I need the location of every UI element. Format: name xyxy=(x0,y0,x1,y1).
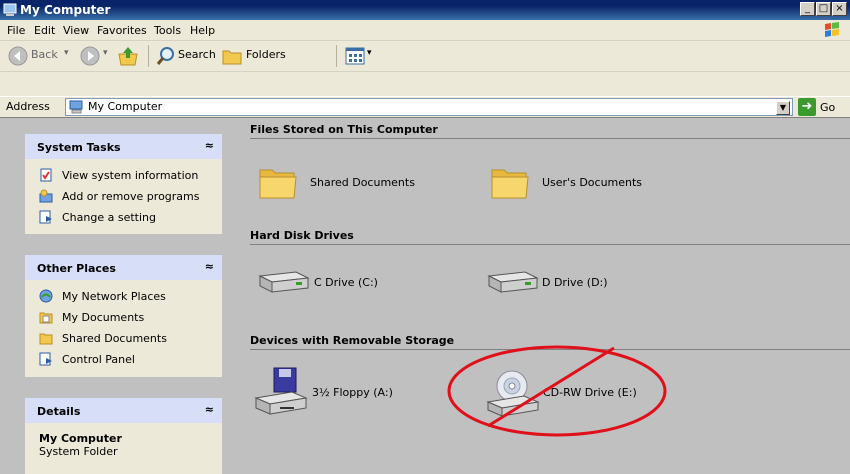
maximize-button[interactable]: □ xyxy=(816,2,831,16)
prohibited-annotation-icon xyxy=(447,345,667,437)
details-title: Details xyxy=(37,405,81,418)
system-tasks-header[interactable]: System Tasks ≈ xyxy=(25,134,222,159)
toolbar-separator xyxy=(148,45,149,67)
address-label: Address xyxy=(6,100,50,113)
windows-logo-icon xyxy=(825,22,839,37)
details-type: System Folder xyxy=(39,445,118,458)
folders-button[interactable]: Folders xyxy=(246,48,286,61)
menu-bar: File Edit View Favorites Tools Help xyxy=(0,20,850,41)
views-dropdown-icon[interactable]: ▾ xyxy=(367,48,372,58)
menu-view[interactable]: View xyxy=(63,24,89,37)
menu-favorites[interactable]: Favorites xyxy=(97,24,147,37)
collapse-chevron-icon[interactable]: ≈ xyxy=(205,139,214,152)
place-label: My Network Places xyxy=(62,290,166,303)
content-area: System Tasks ≈ View system information A… xyxy=(0,117,850,474)
details-name: My Computer xyxy=(39,432,122,445)
folders-icon[interactable] xyxy=(221,46,243,66)
collapse-chevron-icon[interactable]: ≈ xyxy=(205,403,214,416)
back-button[interactable]: Back xyxy=(31,48,58,61)
item-label: User's Documents xyxy=(542,176,643,189)
search-icon[interactable] xyxy=(156,46,176,66)
address-dropdown-icon[interactable]: ▼ xyxy=(776,101,790,115)
details-header[interactable]: Details ≈ xyxy=(25,398,222,423)
section-divider xyxy=(250,244,850,245)
menu-edit[interactable]: Edit xyxy=(34,24,55,37)
item-label: 3½ Floppy (A:) xyxy=(312,386,393,399)
shared-folder-icon xyxy=(39,333,53,345)
task-label: Change a setting xyxy=(62,211,156,224)
network-places-icon xyxy=(39,289,53,303)
up-folder-icon[interactable] xyxy=(117,46,139,66)
section-files-stored: Files Stored on This Computer xyxy=(250,123,438,136)
details-body: My Computer System Folder xyxy=(25,423,222,474)
my-computer-icon xyxy=(3,3,17,16)
menu-help[interactable]: Help xyxy=(190,24,215,37)
system-information-icon xyxy=(40,168,52,182)
item-label: C Drive (C:) xyxy=(314,276,378,289)
place-label: My Documents xyxy=(62,311,145,324)
title-bar[interactable]: My Computer _ □ × xyxy=(0,0,850,20)
address-bar: Address My Computer ▼ ➜ Go xyxy=(0,96,850,117)
go-button[interactable]: ➜ Go xyxy=(798,98,848,116)
place-label: Shared Documents xyxy=(62,332,167,345)
menu-file[interactable]: File xyxy=(7,24,25,37)
other-places-panel: Other Places ≈ My Network Places My Docu… xyxy=(25,255,222,377)
section-removable-storage: Devices with Removable Storage xyxy=(250,334,455,347)
my-computer-icon xyxy=(69,100,83,114)
minimize-button[interactable]: _ xyxy=(800,2,815,16)
back-dropdown-icon[interactable]: ▾ xyxy=(64,48,69,58)
menu-tools[interactable]: Tools xyxy=(154,24,181,37)
close-button[interactable]: × xyxy=(832,2,847,16)
other-places-title: Other Places xyxy=(37,262,116,275)
task-label: View system information xyxy=(62,169,199,182)
control-panel-icon xyxy=(39,210,52,224)
go-label: Go xyxy=(820,101,836,114)
section-divider xyxy=(250,138,850,139)
window-title: My Computer xyxy=(20,3,111,17)
address-value: My Computer xyxy=(88,100,163,113)
address-field[interactable]: My Computer ▼ xyxy=(65,98,793,116)
item-label: D Drive (D:) xyxy=(542,276,608,289)
item-label: Shared Documents xyxy=(310,176,415,189)
other-places-body: My Network Places My Documents Shared Do… xyxy=(25,280,222,377)
go-arrow-icon: ➜ xyxy=(798,98,816,116)
floppy-drive-icon xyxy=(254,367,308,415)
hard-drive-icon xyxy=(487,271,539,293)
views-icon[interactable] xyxy=(345,47,365,65)
control-panel-icon xyxy=(39,352,52,366)
standard-toolbar: Back ▾ ▾ Search Folders ▾ xyxy=(0,41,850,72)
place-label: Control Panel xyxy=(62,353,135,366)
toolbar-separator xyxy=(336,45,337,67)
forward-dropdown-icon[interactable]: ▾ xyxy=(103,48,108,58)
my-documents-icon xyxy=(39,312,53,324)
back-arrow-icon[interactable] xyxy=(8,46,28,66)
system-tasks-body: View system information Add or remove pr… xyxy=(25,159,222,234)
forward-arrow-icon[interactable] xyxy=(80,46,100,66)
system-tasks-title: System Tasks xyxy=(37,141,121,154)
folder-icon xyxy=(491,169,529,199)
collapse-chevron-icon[interactable]: ≈ xyxy=(205,260,214,273)
add-remove-programs-icon xyxy=(39,189,53,203)
system-tasks-panel: System Tasks ≈ View system information A… xyxy=(25,134,222,234)
details-panel: Details ≈ My Computer System Folder xyxy=(25,398,222,474)
hard-drive-icon xyxy=(258,271,310,293)
section-hard-disk-drives: Hard Disk Drives xyxy=(250,229,354,242)
folder-icon xyxy=(259,169,297,199)
other-places-header[interactable]: Other Places ≈ xyxy=(25,255,222,280)
explorer-window: My Computer _ □ × File Edit View Favorit… xyxy=(0,0,850,474)
task-label: Add or remove programs xyxy=(62,190,200,203)
search-button[interactable]: Search xyxy=(178,48,216,61)
